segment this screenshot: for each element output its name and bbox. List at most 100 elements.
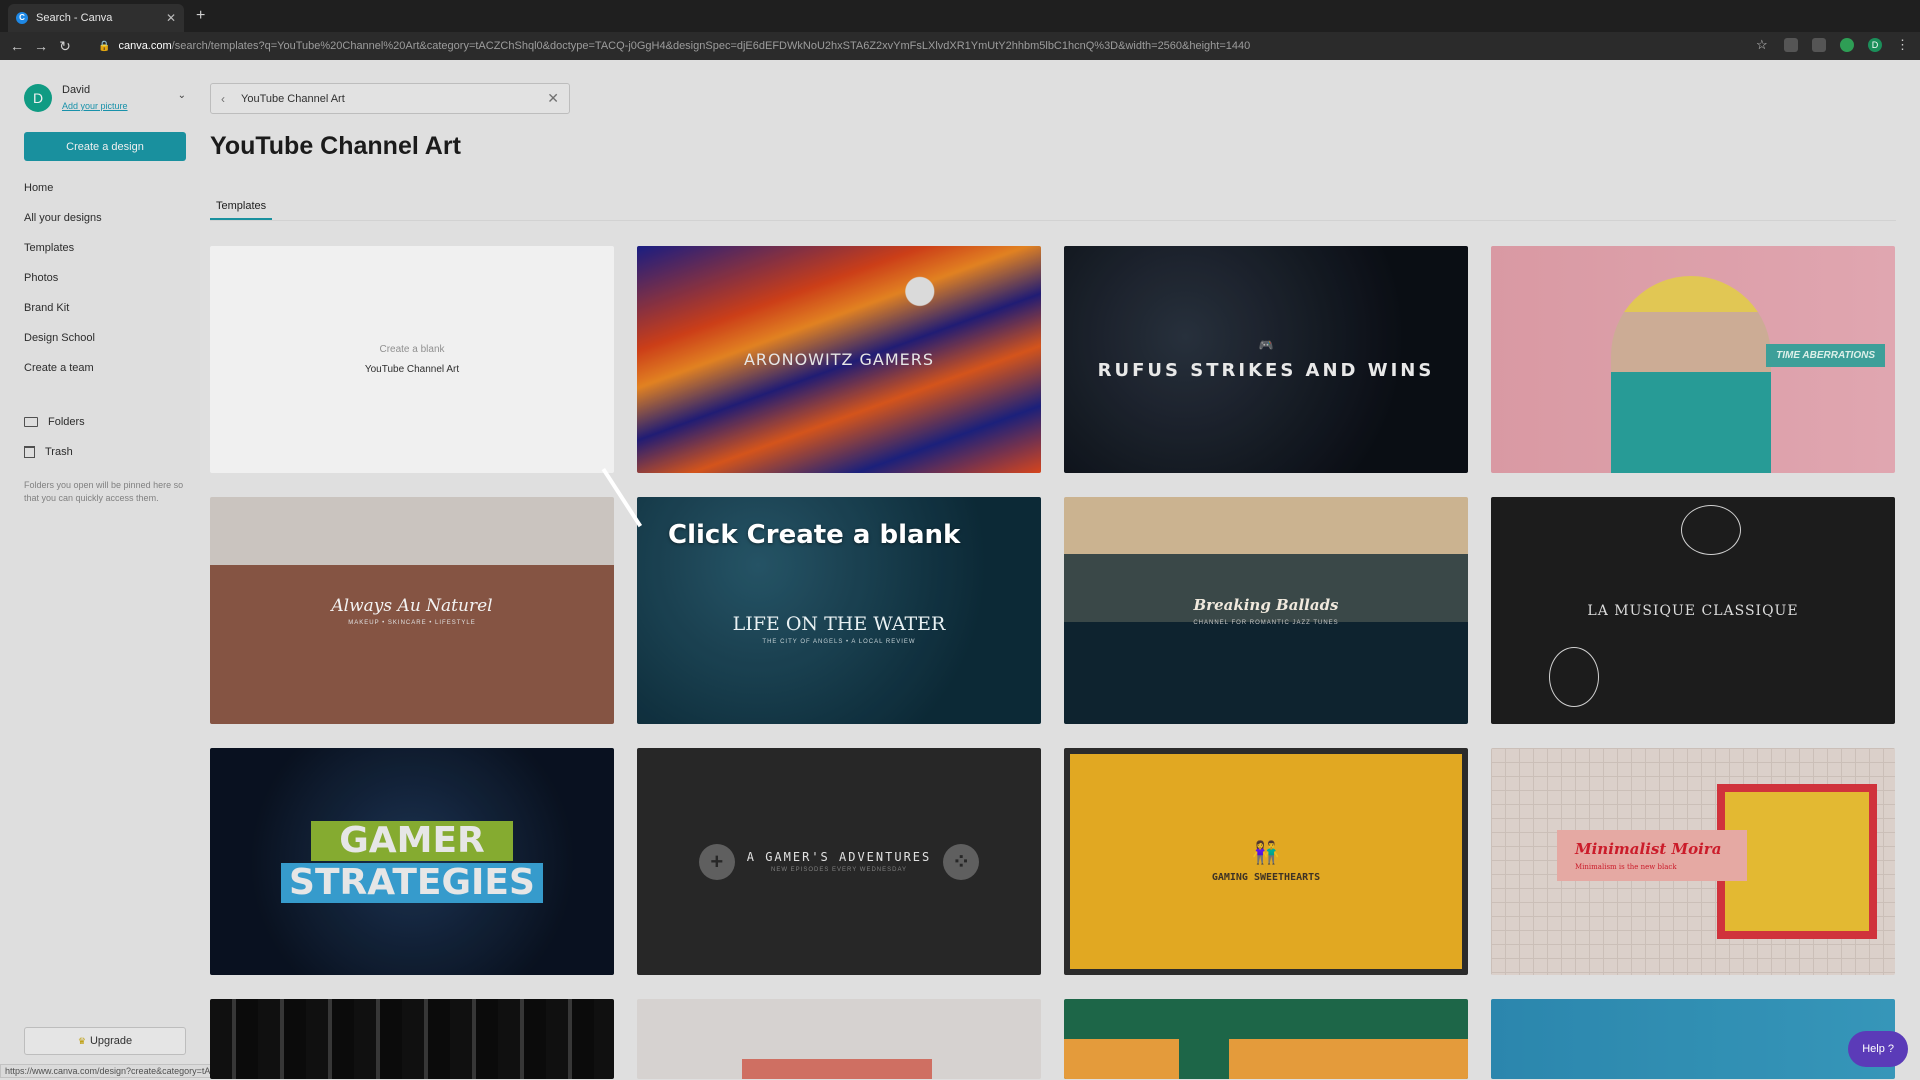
- template-card-rufus-strikes[interactable]: 🎮 RUFUS STRIKES AND WINS: [1064, 246, 1468, 473]
- trash-label: Trash: [45, 446, 73, 458]
- template-subtitle: CHANNEL FOR ROMANTIC JAZZ TUNES: [1193, 619, 1339, 626]
- template-title: A GAMER'S ADVENTURES: [746, 850, 932, 864]
- back-arrow-icon[interactable]: ‹: [221, 92, 241, 106]
- decor-shape: [742, 1059, 932, 1079]
- close-tab-icon[interactable]: ✕: [166, 11, 176, 25]
- search-input[interactable]: [241, 92, 548, 105]
- template-card-aronowitz-gamers[interactable]: ARONOWITZ GAMERS: [637, 246, 1041, 473]
- template-title: GAMING SWEETHEARTS: [1211, 872, 1321, 883]
- sidebar-folders: Folders Trash: [24, 407, 85, 467]
- folder-icon: [24, 417, 38, 427]
- user-menu[interactable]: D David Add your picture ⌄: [24, 84, 186, 112]
- template-card-city[interactable]: [210, 999, 614, 1079]
- grammarly-extension-icon[interactable]: [1840, 38, 1854, 52]
- template-title-line1: GAMER: [311, 820, 513, 861]
- sidebar: D David Add your picture ⌄ Create a desi…: [0, 60, 510, 1080]
- template-title: Minimalist Moira: [1575, 840, 1722, 858]
- couple-icon: 👫: [1252, 840, 1280, 865]
- sidebar-item-photos[interactable]: Photos: [24, 270, 102, 300]
- buttons-icon: ⁘: [943, 843, 980, 880]
- results-tabs: Templates: [210, 196, 273, 220]
- browser-tab[interactable]: C Search - Canva ✕: [8, 4, 184, 32]
- sidebar-item-folders[interactable]: Folders: [24, 407, 85, 437]
- tab-templates[interactable]: Templates: [210, 200, 273, 220]
- bookmark-star-icon[interactable]: ☆: [1756, 38, 1770, 52]
- template-card-gamers-adventures[interactable]: + A GAMER'S ADVENTURES NEW EPISODES EVER…: [637, 748, 1041, 975]
- create-blank-label: Create a blank: [379, 344, 445, 355]
- url-field[interactable]: 🔒 canva.com/search/templates?q=YouTube%2…: [98, 40, 1698, 52]
- mandolin-drawing: [1549, 647, 1599, 707]
- template-subtitle: NEW EPISODES EVERY WEDNESDAY: [770, 867, 908, 873]
- add-picture-link[interactable]: Add your picture: [62, 101, 178, 111]
- new-tab-icon[interactable]: +: [196, 8, 205, 24]
- template-card-minimalist-moira[interactable]: Minimalist Moira Minimalism is the new b…: [1491, 748, 1895, 975]
- template-title: RUFUS STRIKES AND WINS: [1097, 360, 1435, 381]
- template-card-time-aberrations[interactable]: TIME ABERRATIONS: [1491, 246, 1895, 473]
- crown-icon: ♛: [77, 1035, 86, 1046]
- template-card-gaming-sweethearts[interactable]: 👫 GAMING SWEETHEARTS: [1064, 748, 1468, 975]
- template-card-gamer-strategies[interactable]: GAMER STRATEGIES: [210, 748, 614, 975]
- template-title: LIFE ON THE WATER: [732, 612, 946, 635]
- sidebar-item-home[interactable]: Home: [24, 180, 102, 210]
- extension-icon[interactable]: [1784, 38, 1798, 52]
- sidebar-item-create-team[interactable]: Create a team: [24, 360, 102, 390]
- template-title: ARONOWITZ GAMERS: [743, 350, 935, 369]
- template-card-pink[interactable]: [637, 999, 1041, 1079]
- gamepad-icon: 🎮: [1258, 338, 1274, 352]
- template-card-always-au-naturel[interactable]: Always Au Naturel MAKEUP • SKINCARE • LI…: [210, 497, 614, 724]
- photo-panel: [1229, 1039, 1468, 1079]
- template-grid: Create a blank YouTube Channel Art ARONO…: [210, 246, 1896, 1079]
- upgrade-label: Upgrade: [89, 1035, 133, 1047]
- create-blank-card[interactable]: Create a blank YouTube Channel Art: [210, 246, 614, 473]
- template-title: Always Au Naturel: [331, 595, 493, 616]
- forward-icon[interactable]: →: [30, 38, 52, 55]
- url-host: canva.com: [118, 40, 172, 52]
- extension-icon[interactable]: [1812, 38, 1826, 52]
- template-subtitle: MAKEUP • SKINCARE • LIFESTYLE: [348, 619, 476, 626]
- sidebar-item-design-school[interactable]: Design School: [24, 330, 102, 360]
- create-design-button[interactable]: Create a design: [24, 132, 186, 161]
- template-card-breaking-ballads[interactable]: Breaking Ballads CHANNEL FOR ROMANTIC JA…: [1064, 497, 1468, 724]
- template-title: Breaking Ballads: [1193, 595, 1339, 614]
- browser-menu-icon[interactable]: ⋮: [1896, 38, 1910, 52]
- avatar[interactable]: D: [24, 84, 52, 112]
- tab-title: Search - Canva: [36, 12, 113, 24]
- person-photo: [1611, 276, 1771, 473]
- sidebar-item-trash[interactable]: Trash: [24, 437, 85, 467]
- browser-tabbar: C Search - Canva ✕ +: [0, 0, 1920, 32]
- photo-panel: [1064, 1039, 1179, 1079]
- canva-page: D David Add your picture ⌄ Create a desi…: [0, 60, 1920, 1080]
- tutorial-callout: Click Create a blank: [668, 520, 961, 550]
- template-card-la-musique-classique[interactable]: LA MUSIQUE CLASSIQUE: [1491, 497, 1895, 724]
- folders-note: Folders you open will be pinned here so …: [24, 480, 184, 503]
- trash-icon: [24, 446, 35, 458]
- template-card-green[interactable]: [1064, 999, 1468, 1079]
- reload-icon[interactable]: ↻: [54, 38, 76, 55]
- template-subtitle: THE CITY OF ANGELS • A LOCAL REVIEW: [762, 638, 916, 645]
- guitar-drawing: [1681, 505, 1741, 555]
- help-button[interactable]: Help ?: [1848, 1031, 1908, 1067]
- template-title: LA MUSIQUE CLASSIQUE: [1587, 602, 1799, 619]
- sidebar-nav: Home All your designs Templates Photos B…: [24, 180, 102, 390]
- template-title-line2: STRATEGIES: [281, 862, 543, 903]
- user-name: David: [62, 84, 91, 96]
- folders-label: Folders: [48, 416, 85, 428]
- profile-icon[interactable]: D: [1868, 38, 1882, 52]
- template-title: TIME ABERRATIONS: [1766, 344, 1885, 367]
- address-bar: ← → ↻ 🔒 canva.com/search/templates?q=You…: [0, 32, 1920, 60]
- template-subtitle: Minimalism is the new black: [1575, 863, 1677, 871]
- sidebar-item-all-designs[interactable]: All your designs: [24, 210, 102, 240]
- create-blank-format: YouTube Channel Art: [364, 364, 460, 375]
- url-path: /search/templates?q=YouTube%20Channel%20…: [171, 40, 1251, 52]
- search-box[interactable]: ‹ ✕: [210, 83, 570, 114]
- lock-icon: 🔒: [98, 40, 111, 52]
- page-title: YouTube Channel Art: [210, 132, 461, 160]
- template-card-blue[interactable]: [1491, 999, 1895, 1079]
- back-icon[interactable]: ←: [6, 38, 28, 55]
- upgrade-button[interactable]: ♛ Upgrade: [24, 1027, 186, 1055]
- sidebar-item-brand-kit[interactable]: Brand Kit: [24, 300, 102, 330]
- clear-search-icon[interactable]: ✕: [547, 90, 559, 107]
- dpad-icon: +: [698, 843, 735, 880]
- sidebar-item-templates[interactable]: Templates: [24, 240, 102, 270]
- chevron-down-icon[interactable]: ⌄: [178, 90, 186, 101]
